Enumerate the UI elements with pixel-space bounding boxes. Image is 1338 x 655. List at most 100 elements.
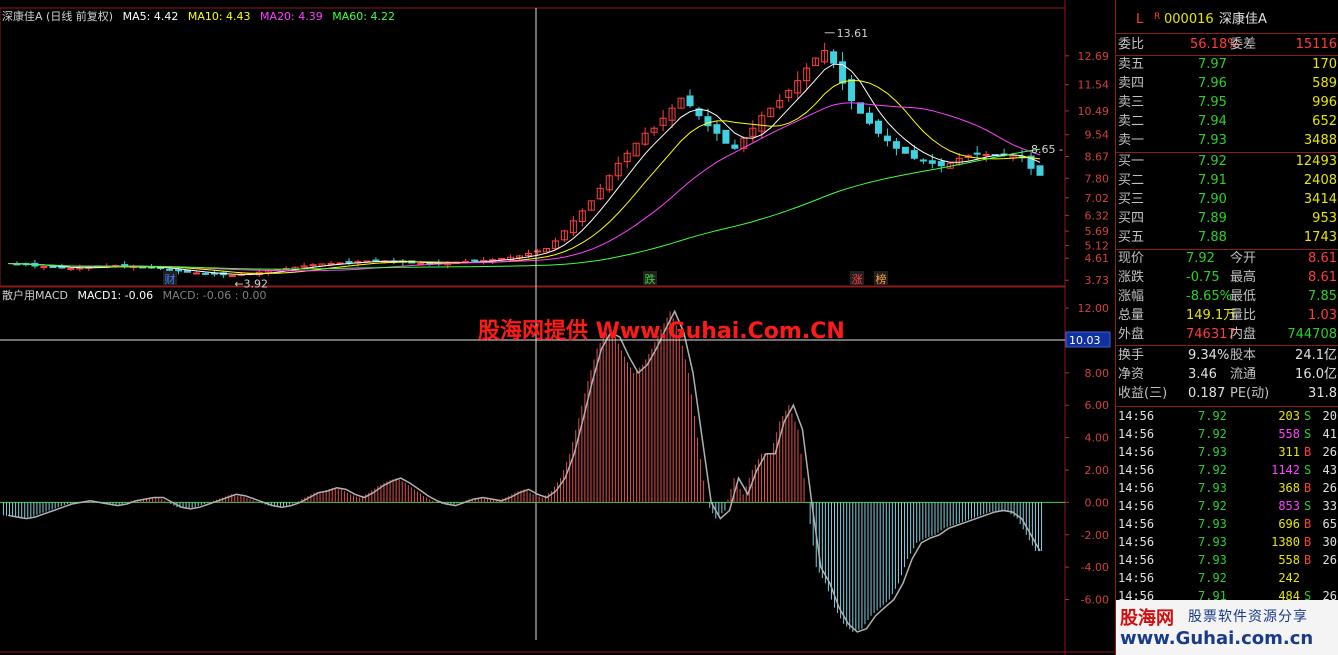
candle-body: [883, 135, 891, 142]
candle-body: [731, 144, 739, 149]
macd-axis-label: -2.00: [1081, 529, 1109, 542]
quote-value: 8.61: [1308, 251, 1337, 266]
price-axis-label: 9.54: [1085, 129, 1110, 142]
stock-code: 000016: [1164, 12, 1214, 27]
candle-body: [192, 272, 200, 275]
ask-row: 卖二 7.94 652: [1116, 113, 1338, 131]
tick-time: 14:56: [1118, 517, 1155, 531]
fund-value: 16.0亿: [1295, 367, 1337, 382]
candle-body: [892, 141, 900, 149]
macd-axis-label: -6.00: [1081, 594, 1109, 607]
candle-body: [857, 102, 865, 114]
tick-count: 26: [1322, 481, 1337, 495]
candle-body: [919, 159, 927, 162]
ask-volume: 3488: [1303, 133, 1337, 148]
bid-volume: 1743: [1303, 230, 1337, 245]
fund-label: 股本: [1230, 348, 1257, 363]
tick-time: 14:56: [1118, 463, 1155, 477]
candle-body: [471, 259, 479, 262]
quote-label: 涨跌: [1118, 270, 1145, 285]
bid-price: 7.90: [1198, 192, 1227, 207]
macd-axis-label: 4.00: [1085, 432, 1110, 445]
price-axis-label: 5.69: [1085, 225, 1110, 238]
ma10-label: MA10: 4.43: [187, 10, 251, 23]
tick-count: 41: [1322, 427, 1337, 441]
quote-label: 内盘: [1230, 327, 1257, 342]
rights-flag: R: [1154, 12, 1161, 22]
bid-price: 7.89: [1198, 211, 1227, 226]
tick-row[interactable]: 14:56 7.93 558 B 26: [1116, 551, 1338, 569]
tick-row[interactable]: 14:56 7.93 1380 B 30: [1116, 533, 1338, 551]
logo-url: www.Guhai.com.cn: [1120, 628, 1314, 649]
bid-row: 买四 7.89 953: [1116, 210, 1338, 228]
tick-count: 43: [1322, 463, 1337, 477]
watermark-text: 股海网提供 Www.Guhai.Com.CN: [478, 319, 845, 344]
bid-price: 7.92: [1198, 154, 1227, 169]
ask-price: 7.97: [1198, 57, 1227, 72]
candle-body: [309, 264, 317, 267]
ma5-line: [7, 63, 1041, 275]
ask-volume: 589: [1312, 76, 1337, 91]
quote-value: 746317: [1186, 327, 1236, 342]
tick-row[interactable]: 14:56 7.92 1142 S 43: [1116, 461, 1338, 479]
tick-price: 7.93: [1198, 517, 1227, 531]
bid-level-label: 买三: [1118, 192, 1145, 207]
quote-value: 8.61: [1308, 270, 1337, 285]
ask-row: 卖五 7.97 170: [1116, 56, 1338, 74]
fund-row: 净资 3.46 流通 16.0亿: [1116, 366, 1338, 384]
macd-value-label: MACD: -0.06 : 0.00: [162, 289, 267, 302]
tick-count: 26: [1322, 445, 1337, 459]
price-axis-label: 12.69: [1078, 50, 1110, 63]
tick-row[interactable]: 14:56 7.93 311 B 26: [1116, 443, 1338, 461]
event-marker: 财: [165, 272, 176, 286]
tick-price: 7.93: [1198, 445, 1227, 459]
cursor-value-label: 10.03: [1069, 334, 1101, 347]
macd-axis-label: 8.00: [1085, 367, 1110, 380]
tick-count: 30: [1322, 535, 1337, 549]
candle-body: [865, 112, 873, 124]
tick-row[interactable]: 14:56 7.92 242: [1116, 569, 1338, 587]
logo-name: 股海网: [1120, 608, 1174, 629]
stock-header: L R 000016 深康佳A: [1116, 11, 1338, 29]
candle-body: [910, 150, 918, 159]
kline-chart-area[interactable]: 12.69 11.54 10.49 9.54 8.67 7.80 7.02 6.32 5.69 5…: [0, 0, 1115, 655]
tick-side: S: [1304, 409, 1312, 423]
bid-volume: 12493: [1295, 154, 1337, 169]
price-axis-label: 5.12: [1085, 239, 1110, 252]
ma10-line: [7, 79, 1041, 274]
price-axis-label: 7.02: [1085, 192, 1110, 205]
tick-volume: 696: [1278, 517, 1300, 531]
tick-row[interactable]: 14:56 7.93 696 B 65: [1116, 515, 1338, 533]
candle-body: [722, 129, 730, 144]
tick-price: 7.93: [1198, 481, 1227, 495]
tick-count: 65: [1322, 517, 1337, 531]
bid-row: 买三 7.90 3414: [1116, 191, 1338, 209]
quote-row: 总量 149.1万 量比 1.03: [1116, 307, 1338, 325]
candle-body: [1036, 165, 1044, 176]
macd1-label: MACD1: -0.06: [77, 289, 154, 302]
candle-body: [49, 265, 57, 268]
candle-body: [327, 262, 335, 265]
bid-volume: 953: [1312, 211, 1337, 226]
tick-row[interactable]: 14:56 7.92 558 S 41: [1116, 425, 1338, 443]
tick-price: 7.92: [1198, 409, 1227, 423]
fund-label: 换手: [1118, 348, 1145, 363]
stock-title: 深康佳A (日线 前复权): [2, 10, 114, 23]
quote-panel: L R 000016 深康佳A 委比 56.18% 委差 15116 卖五 7.9…: [1115, 0, 1338, 655]
macd-line: [7, 309, 1041, 633]
candle-body: [830, 51, 838, 64]
tick-time: 14:56: [1118, 427, 1155, 441]
market-flag: L: [1136, 12, 1144, 27]
quote-value: 149.1万: [1186, 308, 1237, 323]
tick-row[interactable]: 14:56 7.93 368 B 26: [1116, 479, 1338, 497]
tick-row[interactable]: 14:56 7.92 853 S 33: [1116, 497, 1338, 515]
fund-row: 收益(三) 0.187 PE(动) 31.8: [1116, 385, 1338, 403]
bid-price: 7.88: [1198, 230, 1227, 245]
bid-level-label: 买四: [1118, 211, 1145, 226]
tick-price: 7.92: [1198, 571, 1227, 585]
price-axis-label: 11.54: [1078, 79, 1110, 92]
tick-row[interactable]: 14:56 7.92 203 S 20: [1116, 407, 1338, 425]
ask-volume: 170: [1312, 57, 1337, 72]
tick-time: 14:56: [1118, 481, 1155, 495]
ask-row: 卖三 7.95 996: [1116, 94, 1338, 112]
